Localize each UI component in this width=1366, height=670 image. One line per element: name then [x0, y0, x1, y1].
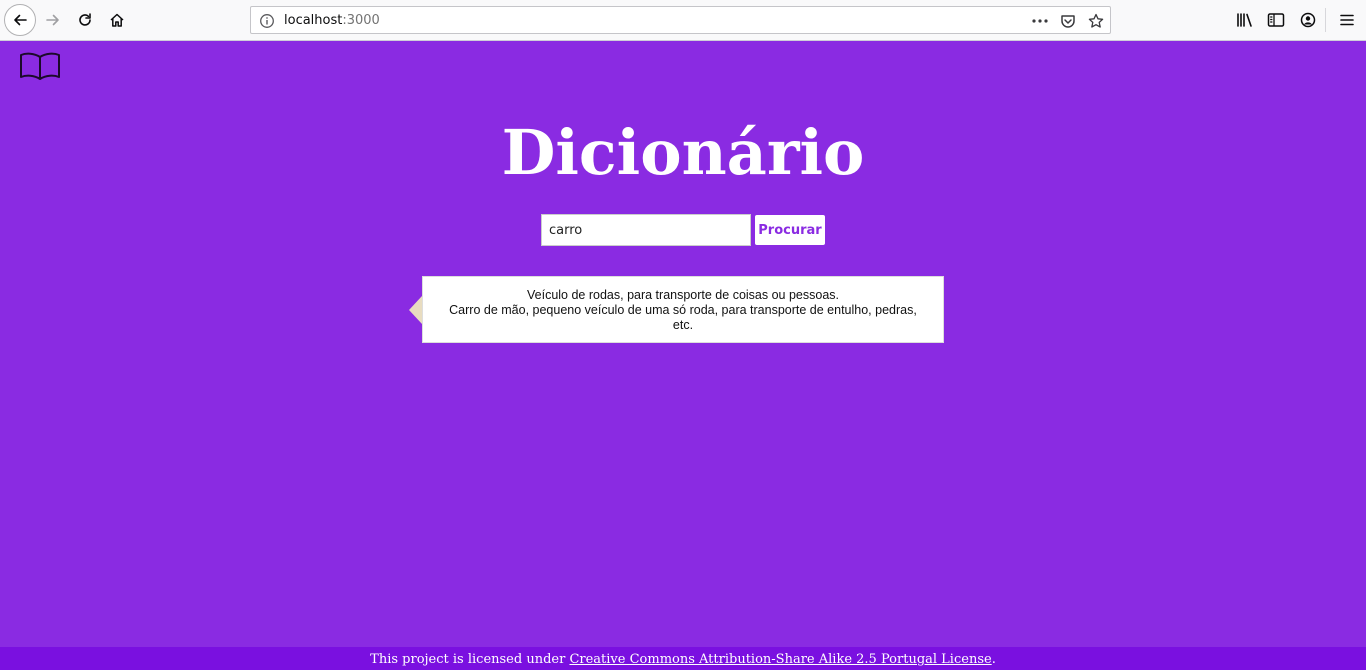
pocket-button[interactable]	[1058, 12, 1078, 30]
hamburger-menu-icon	[1340, 14, 1354, 26]
url-bar[interactable]: localhost:3000	[250, 6, 1111, 34]
url-host: localhost	[284, 13, 343, 28]
home-icon	[110, 13, 124, 27]
arrow-right-icon	[46, 14, 59, 26]
result-pointer	[409, 296, 422, 324]
search-button[interactable]: Procurar	[755, 215, 825, 245]
definition-box: Veículo de rodas, para transporte de coi…	[422, 276, 944, 343]
page-content: Dicionário Procurar Veículo de rodas, pa…	[0, 41, 1366, 670]
info-icon[interactable]	[259, 13, 275, 29]
sidebar-icon	[1267, 13, 1285, 27]
search-input[interactable]	[541, 214, 751, 246]
page-title: Dicionário	[501, 116, 865, 189]
home-button[interactable]	[102, 5, 132, 35]
pocket-icon	[1061, 15, 1075, 28]
account-icon	[1300, 12, 1316, 28]
toolbar-divider	[1325, 8, 1326, 32]
app-menu-button[interactable]	[1336, 9, 1358, 31]
open-book-icon[interactable]	[18, 51, 62, 81]
definition-line: Veículo de rodas, para transporte de coi…	[527, 288, 839, 302]
page-actions-button[interactable]	[1030, 12, 1050, 30]
reload-button[interactable]	[70, 5, 100, 35]
sidebar-toggle-button[interactable]	[1265, 9, 1287, 31]
footer: This project is licensed under Creative …	[0, 647, 1366, 670]
back-button[interactable]	[4, 4, 36, 36]
account-button[interactable]	[1297, 9, 1319, 31]
browser-toolbar: localhost:3000	[0, 0, 1366, 41]
star-icon	[1088, 13, 1104, 28]
more-dots-icon	[1032, 19, 1048, 23]
url-port: :3000	[342, 13, 380, 28]
bookmark-star-button[interactable]	[1086, 12, 1106, 30]
footer-suffix: .	[991, 652, 996, 667]
library-button[interactable]	[1234, 9, 1256, 31]
url-text[interactable]: localhost:3000	[284, 13, 380, 29]
arrow-left-icon	[14, 14, 27, 26]
footer-prefix: This project is licensed under	[370, 652, 570, 667]
definition-line: Carro de mão, pequeno veículo de uma só …	[449, 303, 917, 332]
reload-icon	[79, 13, 91, 26]
forward-button[interactable]	[38, 5, 68, 35]
license-link[interactable]: Creative Commons Attribution-Share Alike…	[569, 652, 991, 667]
library-icon	[1237, 13, 1252, 27]
